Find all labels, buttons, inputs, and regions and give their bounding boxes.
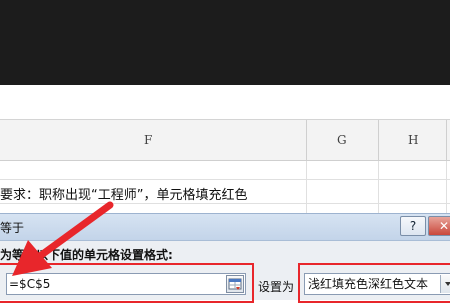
- grid-line: [0, 203, 450, 204]
- column-header-f[interactable]: F: [144, 133, 152, 147]
- dropdown-button[interactable]: [440, 275, 450, 293]
- grid-line: [378, 161, 379, 213]
- formula-input[interactable]: =$C$5: [6, 273, 246, 295]
- format-select[interactable]: 浅红填充色深红色文本: [304, 273, 450, 295]
- chevron-down-icon: [445, 282, 450, 286]
- column-separator: [378, 120, 379, 160]
- column-header-row: [0, 120, 450, 161]
- set-as-label: 设置为: [258, 280, 295, 294]
- grid-line: [306, 161, 307, 213]
- column-header-g[interactable]: G: [337, 133, 347, 147]
- help-icon: ?: [409, 219, 417, 233]
- requirement-cell-text[interactable]: 要求：职称出现“工程师”，单元格填充红色: [0, 184, 247, 203]
- help-button[interactable]: ?: [400, 216, 426, 236]
- close-button[interactable]: ✕: [428, 216, 450, 236]
- column-header-h[interactable]: H: [408, 133, 418, 147]
- close-icon: ✕: [438, 219, 450, 233]
- dark-top-bar: [0, 0, 450, 85]
- formula-area: [0, 85, 450, 120]
- dialog-titlebar[interactable]: [0, 213, 450, 241]
- column-separator: [446, 120, 447, 160]
- column-separator: [306, 120, 307, 160]
- grid-line: [0, 179, 450, 180]
- grid-line: [446, 161, 447, 213]
- dialog-instruction: 为等于以下值的单元格设置格式:: [0, 248, 173, 262]
- range-select-icon: [228, 278, 242, 290]
- collapse-dialog-button[interactable]: [226, 275, 244, 293]
- dialog-title: 等于: [0, 221, 25, 235]
